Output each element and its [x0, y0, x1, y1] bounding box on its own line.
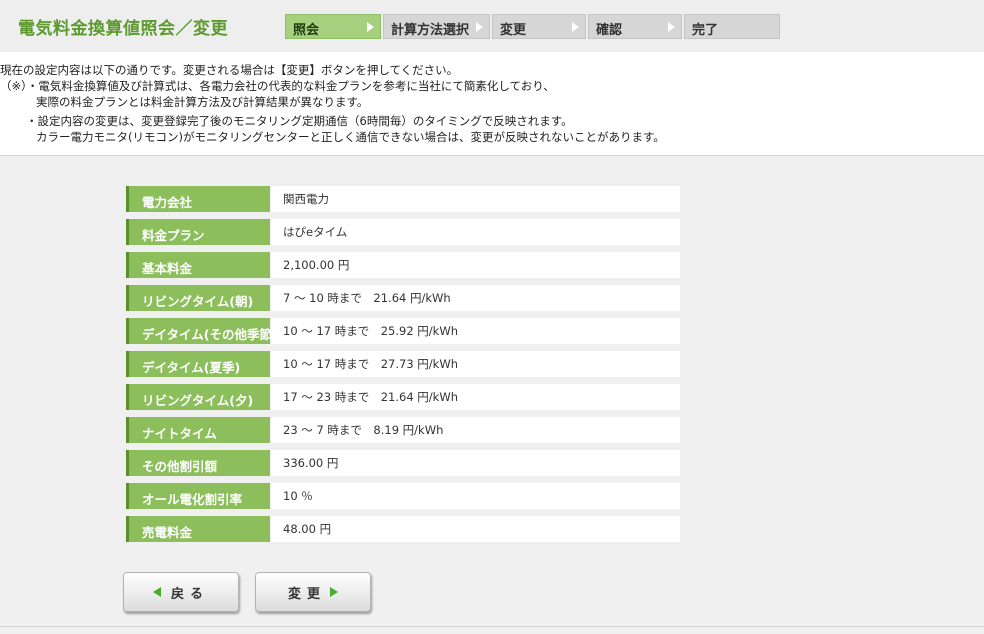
- step-inquiry: 照会: [285, 14, 381, 39]
- row-label: デイタイム(夏季): [126, 351, 270, 377]
- step-calc-method: 計算方法選択: [383, 14, 490, 39]
- row-value: はぴeタイム: [271, 219, 680, 245]
- notice-line: （※）・電気料金換算値及び計算式は、各電力会社の代表的な料金プランを参考に当社に…: [0, 79, 555, 93]
- table-row: 売電料金 48.00 円: [126, 516, 680, 542]
- arrow-left-icon: [152, 587, 161, 597]
- step-label: 計算方法選択: [391, 23, 470, 38]
- row-label: その他割引額: [126, 450, 270, 476]
- step-label: 照会: [293, 23, 320, 38]
- table-row: ナイトタイム 23 ～ 7 時まで 8.19 円/kWh: [126, 417, 680, 443]
- header: 電気料金換算値照会／変更 照会 計算方法選択 変更 確認 完了: [0, 0, 984, 52]
- notice-box: 現在の設定内容は以下の通りです。変更される場合は【変更】ボタンを押してください。…: [0, 52, 984, 156]
- step-change: 変更: [492, 14, 586, 39]
- row-value: 48.00 円: [271, 516, 680, 542]
- table-row: 料金プラン はぴeタイム: [126, 219, 680, 245]
- back-button[interactable]: 戻る: [123, 572, 239, 612]
- table-row: オール電化割引率 10 ％: [126, 483, 680, 509]
- table-row: デイタイム(その他季節) 10 ～ 17 時まで 25.92 円/kWh: [126, 318, 680, 344]
- row-value: 10 ～ 17 時まで 25.92 円/kWh: [271, 318, 680, 344]
- table-row: 電力会社 関西電力: [126, 186, 680, 212]
- divider: [0, 626, 984, 627]
- step-label: 確認: [596, 23, 623, 38]
- table-row: リビングタイム(夕) 17 ～ 23 時まで 21.64 円/kWh: [126, 384, 680, 410]
- row-label: デイタイム(その他季節): [126, 318, 278, 344]
- row-label: 料金プラン: [126, 219, 270, 245]
- row-label: ナイトタイム: [126, 417, 270, 443]
- table-row: 基本料金 2,100.00 円: [126, 252, 680, 278]
- change-button-label: 変更: [287, 586, 326, 602]
- row-label: リビングタイム(夕): [126, 384, 270, 410]
- step-indicator: 照会 計算方法選択 変更 確認 完了: [285, 14, 782, 39]
- row-value: 2,100.00 円: [271, 252, 680, 278]
- step-label: 完了: [692, 23, 719, 38]
- table-row: リビングタイム(朝) 7 ～ 10 時まで 21.64 円/kWh: [126, 285, 680, 311]
- back-button-label: 戻る: [170, 586, 209, 602]
- row-label: リビングタイム(朝): [126, 285, 270, 311]
- page-title: 電気料金換算値照会／変更: [18, 19, 228, 39]
- notice-line: 実際の料金プランとは料金計算方法及び計算結果が異なります。: [36, 95, 369, 109]
- row-value: 336.00 円: [271, 450, 680, 476]
- notice-line: ・設定内容の変更は、変更登録完了後のモニタリング定期通信（6時間毎）のタイミング…: [26, 114, 573, 128]
- row-label: 電力会社: [126, 186, 270, 212]
- row-label: オール電化割引率: [126, 483, 270, 509]
- row-label: 基本料金: [126, 252, 270, 278]
- row-value: 10 ～ 17 時まで 27.73 円/kWh: [271, 351, 680, 377]
- row-value: 10 ％: [271, 483, 680, 509]
- step-label: 変更: [500, 23, 527, 38]
- row-value: 23 ～ 7 時まで 8.19 円/kWh: [271, 417, 680, 443]
- notice-line: カラー電力モニタ(リモコン)がモニタリングセンターと正しく通信できない場合は、変…: [36, 130, 665, 144]
- step-arrow-icon: [476, 22, 483, 32]
- step-complete: 完了: [684, 14, 780, 39]
- row-value: 17 ～ 23 時まで 21.64 円/kWh: [271, 384, 680, 410]
- row-value: 関西電力: [271, 186, 680, 212]
- row-label: 売電料金: [126, 516, 270, 542]
- arrow-right-icon: [330, 587, 338, 597]
- notice-line: 現在の設定内容は以下の通りです。変更される場合は【変更】ボタンを押してください。: [0, 63, 459, 77]
- row-value: 7 ～ 10 時まで 21.64 円/kWh: [271, 285, 680, 311]
- step-arrow-icon: [367, 22, 374, 32]
- table-row: デイタイム(夏季) 10 ～ 17 時まで 27.73 円/kWh: [126, 351, 680, 377]
- change-button[interactable]: 変更: [255, 572, 371, 612]
- step-arrow-icon: [572, 22, 579, 32]
- step-arrow-icon: [668, 22, 675, 32]
- table-row: その他割引額 336.00 円: [126, 450, 680, 476]
- step-confirm: 確認: [588, 14, 682, 39]
